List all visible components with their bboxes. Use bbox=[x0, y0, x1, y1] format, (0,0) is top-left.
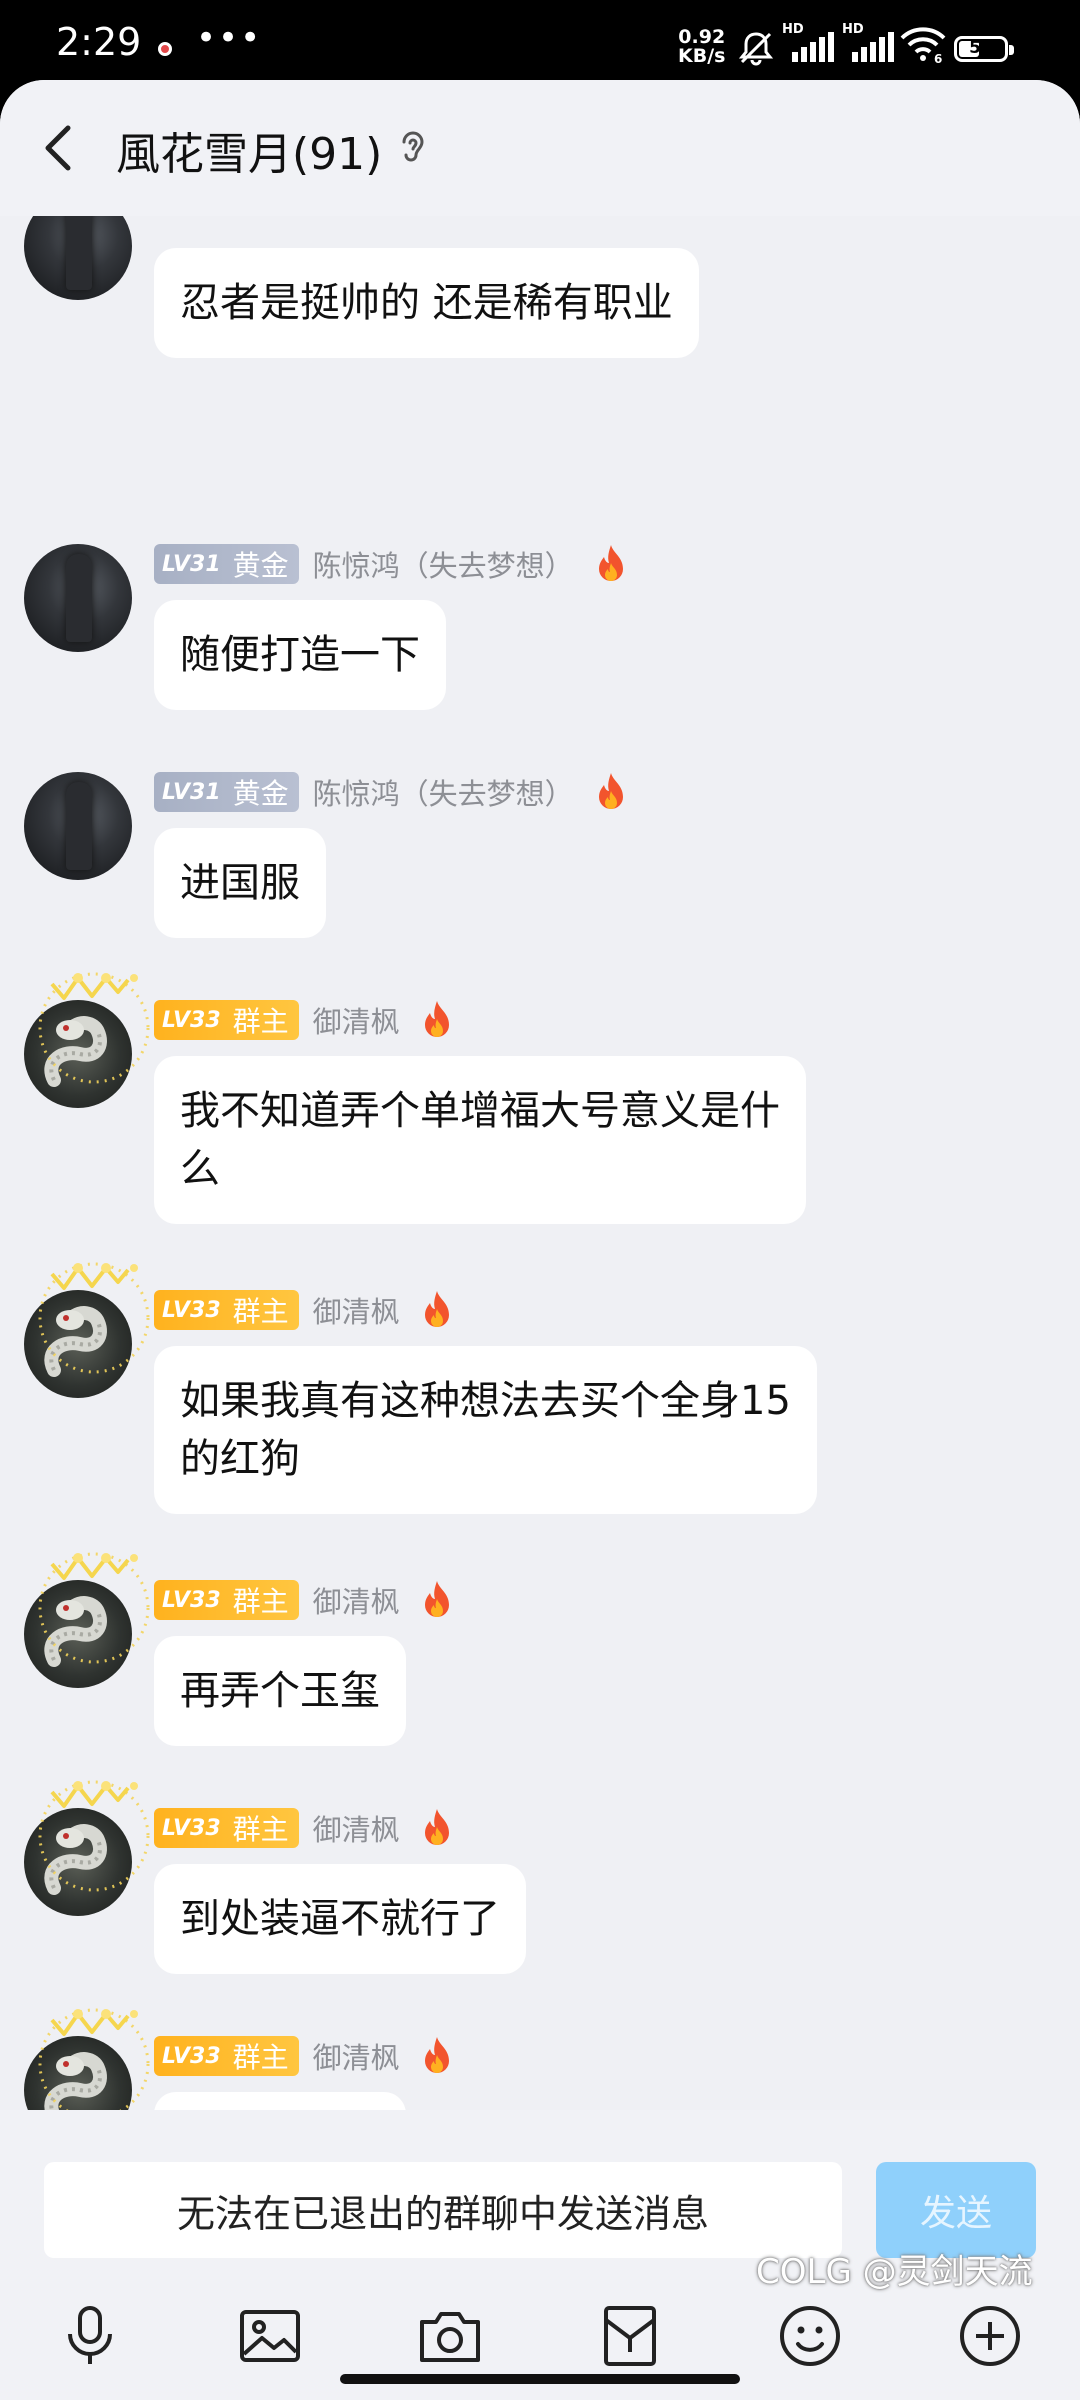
message-text-line: 到处装逼不就行了 bbox=[180, 1896, 500, 1942]
message-text-line: 随便打造一下 bbox=[180, 632, 420, 678]
level-text: LV33 bbox=[162, 2043, 221, 2069]
avatar[interactable] bbox=[24, 972, 150, 1108]
fire-icon bbox=[424, 2037, 449, 2073]
level-badge: LV33 群主 bbox=[154, 1290, 299, 1330]
rank-title: 群主 bbox=[232, 2041, 289, 2074]
signal-1-icon: HD bbox=[782, 22, 840, 64]
mute-bell-icon bbox=[738, 32, 774, 66]
camera-icon[interactable] bbox=[414, 2300, 486, 2372]
message-bubble[interactable]: 再弄个玉玺 bbox=[154, 1636, 406, 1746]
sender-name[interactable]: 御清枫 bbox=[313, 1579, 400, 1621]
fire-icon bbox=[424, 1001, 449, 1037]
message-bubble[interactable]: 随便打造一下 bbox=[154, 600, 446, 710]
ear-icon[interactable] bbox=[398, 128, 428, 168]
message-text-line: 进国服 bbox=[180, 860, 300, 906]
message-list[interactable]: 忍者是挺帅的 还是稀有职业 LV31 黄金 陈惊鸿（失去梦想） 随便打造一下 LV31 黄金… bbox=[0, 80, 1080, 2202]
battery-level: 57 bbox=[969, 38, 993, 58]
level-badge: LV31 黄金 bbox=[154, 544, 299, 584]
microphone-icon[interactable] bbox=[54, 2300, 126, 2372]
level-text: LV33 bbox=[162, 1007, 221, 1033]
signal-2-icon: HD bbox=[842, 22, 900, 64]
fire-icon bbox=[598, 773, 623, 809]
avatar[interactable] bbox=[24, 772, 132, 880]
message-text-line: 再弄个玉玺 bbox=[180, 1668, 380, 1714]
message-bubble[interactable]: 忍者是挺帅的 还是稀有职业 bbox=[154, 248, 699, 358]
avatar[interactable] bbox=[24, 1780, 150, 1916]
rank-title: 群主 bbox=[232, 1585, 289, 1618]
message-meta: LV31 黄金 陈惊鸿（失去梦想） bbox=[154, 772, 630, 812]
fire-icon bbox=[424, 1581, 449, 1617]
avatar[interactable] bbox=[24, 1552, 150, 1688]
avatar[interactable] bbox=[24, 1262, 150, 1398]
emoji-icon[interactable] bbox=[774, 2300, 846, 2372]
notification-dot-icon bbox=[158, 42, 172, 56]
message-bubble[interactable]: 进国服 bbox=[154, 828, 326, 938]
network-speed-unit: KB/s bbox=[678, 45, 726, 67]
level-badge: LV31 黄金 bbox=[154, 772, 299, 812]
message-text-line: 我不知道弄个单增福大号意义是什 bbox=[180, 1088, 780, 1134]
status-bar: 2:29 ••• 0.92 KB/s HD HD 6 57 bbox=[0, 0, 1080, 80]
rank-title: 黄金 bbox=[232, 549, 289, 582]
message-meta: LV33 群主 御清枫 bbox=[154, 1290, 456, 1330]
message-input-disabled: 无法在已退出的群聊中发送消息 bbox=[44, 2162, 842, 2258]
sender-name[interactable]: 御清枫 bbox=[313, 1807, 400, 1849]
sender-name[interactable]: 御清枫 bbox=[313, 999, 400, 1041]
message-meta: LV33 群主 御清枫 bbox=[154, 1580, 456, 1620]
level-text: LV33 bbox=[162, 1297, 221, 1323]
sender-name[interactable]: 陈惊鸿（失去梦想） bbox=[313, 543, 574, 585]
level-badge: LV33 群主 bbox=[154, 1000, 299, 1040]
message-bubble[interactable]: 我不知道弄个单增福大号意义是什么 bbox=[154, 1056, 806, 1224]
avatar[interactable] bbox=[24, 544, 132, 652]
level-badge: LV33 群主 bbox=[154, 2036, 299, 2076]
message-text-line: 的红狗 bbox=[180, 1436, 300, 1482]
chat-header: 風花雪月(91) bbox=[0, 80, 1080, 216]
wifi-icon: 6 bbox=[900, 26, 946, 66]
image-icon[interactable] bbox=[234, 2300, 306, 2372]
fire-icon bbox=[598, 545, 623, 581]
home-indicator[interactable] bbox=[340, 2374, 740, 2384]
network-speed: 0.92 KB/s bbox=[678, 28, 725, 66]
rank-title: 黄金 bbox=[232, 777, 289, 810]
level-text: LV33 bbox=[162, 1815, 221, 1841]
status-time: 2:29 bbox=[56, 20, 142, 64]
message-text-line: 如果我真有这种想法去买个全身15 bbox=[180, 1378, 791, 1424]
message-text-line: 忍者是挺帅的 还是稀有职业 bbox=[180, 280, 673, 326]
rank-title: 群主 bbox=[232, 1813, 289, 1846]
plus-icon[interactable] bbox=[954, 2300, 1026, 2372]
level-text: LV31 bbox=[162, 779, 221, 805]
level-text: LV33 bbox=[162, 1587, 221, 1613]
level-badge: LV33 群主 bbox=[154, 1808, 299, 1848]
level-text: LV31 bbox=[162, 551, 221, 577]
sender-name[interactable]: 御清枫 bbox=[313, 1289, 400, 1331]
more-notifications-icon: ••• bbox=[196, 18, 263, 58]
message-bubble[interactable]: 如果我真有这种想法去买个全身15 的红狗 bbox=[154, 1346, 817, 1514]
chat-screen: 忍者是挺帅的 还是稀有职业 LV31 黄金 陈惊鸿（失去梦想） 随便打造一下 LV31 黄金… bbox=[0, 80, 1080, 2400]
fire-icon bbox=[424, 1291, 449, 1327]
watermark: COLG @灵剑天流 bbox=[756, 2252, 1033, 2292]
chat-title[interactable]: 風花雪月(91) bbox=[116, 118, 382, 182]
sender-name[interactable]: 陈惊鸿（失去梦想） bbox=[313, 771, 574, 813]
back-icon[interactable] bbox=[36, 120, 84, 176]
message-bubble[interactable]: 到处装逼不就行了 bbox=[154, 1864, 526, 1974]
message-meta: LV33 群主 御清枫 bbox=[154, 1000, 456, 1040]
message-meta: LV31 黄金 陈惊鸿（失去梦想） bbox=[154, 544, 630, 584]
message-text-line: 么 bbox=[180, 1146, 220, 1192]
rank-title: 群主 bbox=[232, 1295, 289, 1328]
sender-name[interactable]: 御清枫 bbox=[313, 2035, 400, 2077]
rank-title: 群主 bbox=[232, 1005, 289, 1038]
red-packet-icon[interactable] bbox=[594, 2300, 666, 2372]
message-meta: LV33 群主 御清枫 bbox=[154, 2036, 456, 2076]
message-meta: LV33 群主 御清枫 bbox=[154, 1808, 456, 1848]
battery-icon: 57 bbox=[954, 36, 1014, 62]
fire-icon bbox=[424, 1809, 449, 1845]
level-badge: LV33 群主 bbox=[154, 1580, 299, 1620]
